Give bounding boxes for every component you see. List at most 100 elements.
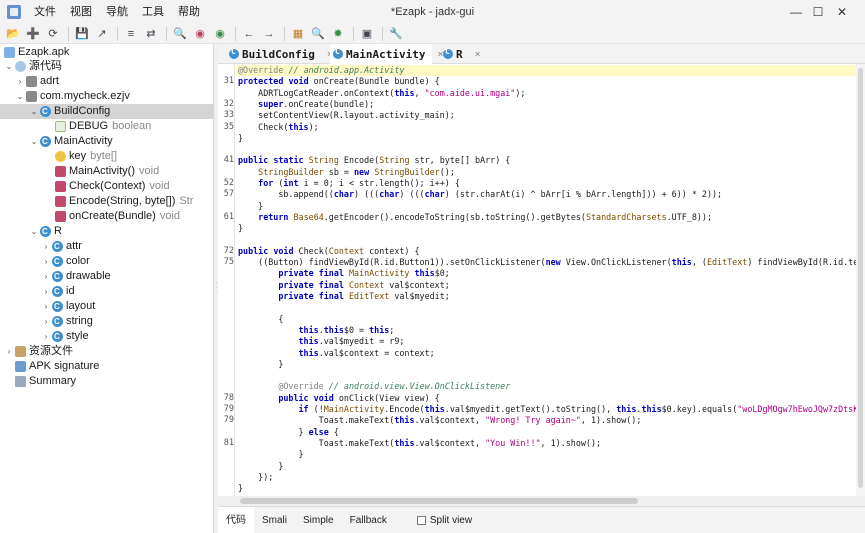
chevron-down-icon[interactable]: ⌄: [29, 134, 39, 149]
back-icon[interactable]: ←: [240, 25, 258, 43]
code-line: StringBuilder sb = new StringBuilder();: [258, 166, 455, 177]
chevron-right-icon[interactable]: ›: [15, 74, 25, 89]
horizontal-scrollbar[interactable]: [218, 496, 865, 506]
line-number: 79: [223, 415, 234, 426]
sync-icon[interactable]: ⇄: [142, 25, 160, 43]
line-number: 78: [223, 392, 234, 403]
tab-r[interactable]: R ×: [440, 44, 500, 64]
tools-icon[interactable]: 🔧: [387, 25, 405, 43]
chevron-right-icon[interactable]: ›: [41, 314, 51, 329]
class-icon: [52, 299, 63, 314]
line-number: 61: [223, 211, 234, 222]
tree-item-label: Check(Context): [69, 180, 146, 192]
tree-item-method-oncreate[interactable]: onCreate(Bundle) void: [54, 209, 180, 224]
code-line: @Override // android.view.View.OnClickLi…: [278, 381, 511, 392]
tree-item-method-encode[interactable]: Encode(String, byte[]) Str: [54, 194, 193, 209]
tab-simple[interactable]: Simple: [295, 507, 342, 533]
tree-item-label: drawable: [66, 270, 111, 282]
code-editor[interactable]: 31 32 33 35 41 52 57 61 72 75 78 79 79 81 @Override /…: [218, 64, 865, 496]
export-icon[interactable]: ↗: [93, 25, 111, 43]
tree-item-r[interactable]: ⌄ R: [29, 224, 62, 239]
chevron-down-icon[interactable]: ⌄: [4, 59, 14, 74]
tree-item-method-constructor[interactable]: MainActivity() void: [54, 164, 159, 179]
split-icon[interactable]: ≡: [122, 25, 140, 43]
chevron-right-icon[interactable]: ›: [4, 344, 14, 359]
line-number: 81: [223, 437, 234, 448]
chevron-right-icon[interactable]: ›: [41, 329, 51, 344]
tree-item-apk[interactable]: Ezapk.apk: [3, 45, 69, 60]
tree-item-r-id[interactable]: › id: [41, 284, 75, 299]
tree-item-package-ezjv[interactable]: ⌄ com.mycheck.ezjv: [15, 89, 130, 104]
class-icon: [52, 254, 63, 269]
forward-icon[interactable]: →: [260, 25, 278, 43]
deobf-icon[interactable]: ▦: [289, 25, 307, 43]
tree-item-field-key[interactable]: key byte[]: [54, 149, 117, 164]
search-icon[interactable]: 🔍: [171, 25, 189, 43]
menu-tools[interactable]: 工具: [135, 0, 171, 24]
code-line: sb.append((char) (((char) (((char) (str.…: [238, 189, 723, 200]
close-window-button[interactable]: ✕: [819, 0, 865, 24]
code-line: return Base64.getEncoder().encodeToStrin…: [258, 211, 713, 222]
source-icon: [15, 61, 26, 72]
chevron-down-icon[interactable]: ⌄: [29, 224, 39, 239]
tree-item-r-attr[interactable]: › attr: [41, 239, 82, 254]
tree-item-r-string[interactable]: › string: [41, 314, 93, 329]
save-icon[interactable]: 💾: [73, 25, 91, 43]
chevron-down-icon[interactable]: ⌄: [29, 104, 39, 119]
tab-buildconfig[interactable]: BuildConfig ×: [226, 44, 333, 64]
tree-item-method-check[interactable]: Check(Context) void: [54, 179, 170, 194]
code-line: private final Context val$context;: [278, 279, 450, 290]
settings-icon[interactable]: ▣: [358, 25, 376, 43]
debug-icon[interactable]: ✸: [329, 25, 347, 43]
tree-item-mainactivity[interactable]: ⌄ MainActivity: [29, 134, 113, 149]
tab-smali[interactable]: Smali: [254, 507, 295, 533]
chevron-right-icon[interactable]: ›: [41, 299, 51, 314]
tree-item-r-style[interactable]: › style: [41, 329, 89, 344]
splitter-grip-icon: · · ·: [215, 280, 218, 295]
tab-mainactivity[interactable]: MainActivity ×: [330, 44, 444, 64]
menu-file[interactable]: 文件: [27, 0, 63, 24]
tab-fallback[interactable]: Fallback: [342, 507, 395, 533]
tree-item-type: Str: [179, 195, 194, 207]
jadx-app-icon: [7, 5, 21, 19]
line-number: 72: [223, 245, 234, 256]
log-icon[interactable]: 🔍: [309, 25, 327, 43]
scrollbar-thumb[interactable]: [858, 68, 863, 488]
chevron-right-icon[interactable]: ›: [41, 284, 51, 299]
tree-item-package-adrt[interactable]: › adrt: [15, 74, 59, 89]
search-usage-icon[interactable]: ◉: [211, 25, 229, 43]
refresh-icon[interactable]: ⟳: [44, 25, 62, 43]
tree-item-buildconfig[interactable]: ⌄ BuildConfig: [0, 104, 213, 119]
search-class-icon[interactable]: ◉: [191, 25, 209, 43]
class-icon: [40, 134, 51, 149]
tree-item-source[interactable]: ⌄ 源代码: [4, 59, 62, 74]
chevron-right-icon[interactable]: ›: [41, 239, 51, 254]
tree-item-r-drawable[interactable]: › drawable: [41, 269, 111, 284]
vertical-scrollbar[interactable]: [856, 64, 865, 496]
toolbar-divider: [166, 26, 167, 41]
tree-item-resources[interactable]: › 资源文件: [4, 344, 73, 359]
tree-item-type: void: [139, 165, 160, 177]
close-icon[interactable]: ×: [475, 49, 481, 60]
tree-item-apk-signature[interactable]: APK signature: [14, 359, 99, 374]
scrollbar-thumb[interactable]: [240, 498, 638, 504]
tree-item-field-debug[interactable]: DEBUG boolean: [54, 119, 151, 134]
tab-code[interactable]: 代码: [218, 506, 254, 533]
tree-item-summary[interactable]: Summary: [14, 374, 76, 389]
line-number: 35: [223, 121, 234, 132]
add-icon[interactable]: ➕: [24, 25, 42, 43]
menu-help[interactable]: 帮助: [171, 0, 207, 24]
chevron-down-icon[interactable]: ⌄: [15, 89, 25, 104]
code-line: }: [238, 132, 244, 143]
package-icon: [26, 76, 37, 87]
open-icon[interactable]: 📂: [4, 25, 22, 43]
tree-item-r-layout[interactable]: › layout: [41, 299, 96, 314]
menu-view[interactable]: 视图: [63, 0, 99, 24]
menu-navigation[interactable]: 导航: [99, 0, 135, 24]
tree-item-r-color[interactable]: › color: [41, 254, 90, 269]
chevron-right-icon[interactable]: ›: [41, 254, 51, 269]
split-view-checkbox[interactable]: [416, 515, 426, 525]
code-line: this.val$context = context;: [298, 347, 435, 358]
line-number: 33: [223, 110, 234, 121]
chevron-right-icon[interactable]: ›: [41, 269, 51, 284]
